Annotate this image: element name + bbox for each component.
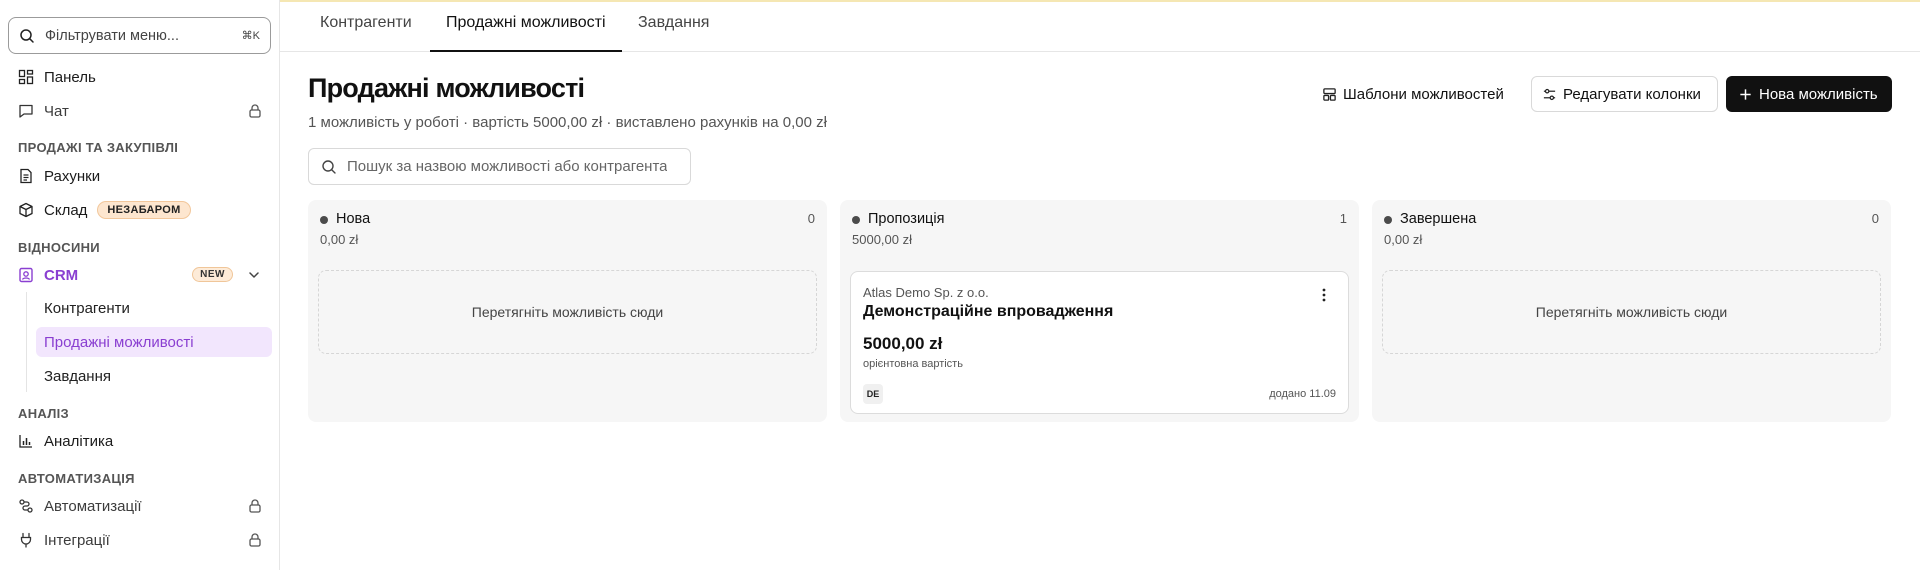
drop-zone[interactable]: Перетягніть можливість сюди <box>1382 270 1881 354</box>
templates-button-label: Шаблони можливостей <box>1343 85 1504 103</box>
column-amount: 0,00 zł <box>1384 232 1423 247</box>
avatar: DE <box>863 384 883 404</box>
more-options-icon[interactable] <box>1322 288 1326 302</box>
new-opportunity-button[interactable]: Нова можливість <box>1726 76 1892 112</box>
opportunity-search-input[interactable] <box>347 158 667 175</box>
sidebar-item-label: Чат <box>44 102 69 120</box>
lock-icon <box>249 104 261 118</box>
tab-tasks[interactable]: Завдання <box>638 14 709 52</box>
bar-chart-icon <box>18 433 34 449</box>
sidebar-item-label: Автоматизації <box>44 497 142 515</box>
stage-dot <box>320 216 328 224</box>
search-icon <box>20 28 34 43</box>
section-analysis: АНАЛІЗ <box>18 406 70 421</box>
dashboard-icon <box>18 69 34 85</box>
opportunity-card[interactable]: Atlas Demo Sp. z o.o. Демонстраційне впр… <box>850 271 1349 414</box>
edit-columns-button-label: Редагувати колонки <box>1563 85 1701 103</box>
column-count: 1 <box>1339 211 1347 226</box>
menu-filter-placeholder: Фільтрувати меню... <box>45 27 179 44</box>
sidebar-item-chat[interactable]: Чат <box>8 96 271 126</box>
crm-contacts-icon <box>18 267 34 283</box>
pipeline-column-proposal: Пропозиція 1 5000,00 zł Atlas Demo Sp. z… <box>840 200 1359 422</box>
sidebar-item-panel[interactable]: Панель <box>8 62 271 92</box>
section-automation: АВТОМАТИЗАЦІЯ <box>18 471 135 486</box>
sliders-icon <box>1543 88 1556 100</box>
card-added-date: додано 11.09 <box>1269 388 1336 400</box>
chat-icon <box>18 103 34 119</box>
tab-contractors[interactable]: Контрагенти <box>320 14 412 52</box>
column-amount: 0,00 zł <box>320 232 359 247</box>
card-value-label: орієнтовна вартість <box>863 358 963 370</box>
edit-columns-button[interactable]: Редагувати колонки <box>1531 76 1718 112</box>
section-sales: ПРОДАЖІ ТА ЗАКУПІВЛІ <box>18 140 179 155</box>
sidebar-item-integrations[interactable]: Інтеграції <box>8 525 271 555</box>
sidebar-item-invoices[interactable]: Рахунки <box>8 161 271 191</box>
column-count: 0 <box>807 211 815 226</box>
lock-icon <box>249 499 261 513</box>
workflow-icon <box>18 498 34 514</box>
opportunity-search[interactable] <box>308 148 691 185</box>
sidebar-subitem-contractors[interactable]: Контрагенти <box>36 293 272 323</box>
sidebar-item-analytics[interactable]: Аналітика <box>8 426 271 456</box>
sidebar-item-warehouse[interactable]: Склад НЕЗАБАРОМ <box>8 195 271 225</box>
box-icon <box>18 202 34 218</box>
page-summary: 1 можливість у роботі · вартість 5000,00… <box>308 114 827 131</box>
card-value: 5000,00 zł <box>863 334 943 353</box>
sidebar-item-label: CRM <box>44 266 79 284</box>
sidebar: Фільтрувати меню... ⌘K Панель Чат ПРОДАЖ… <box>0 0 280 570</box>
card-title: Демонстраційне впровадження <box>863 303 1114 320</box>
column-amount: 5000,00 zł <box>852 232 912 247</box>
document-icon <box>18 168 34 184</box>
sidebar-item-label: Рахунки <box>44 167 101 185</box>
sidebar-item-label: Склад <box>44 201 88 219</box>
template-icon <box>1323 87 1336 101</box>
column-title: Пропозиція <box>868 211 945 227</box>
submenu-guide <box>26 292 27 392</box>
tab-opportunities[interactable]: Продажні можливості <box>430 14 622 52</box>
sidebar-subitem-opportunities[interactable]: Продажні можливості <box>36 327 272 357</box>
shortcut-hint: ⌘K <box>241 30 260 42</box>
sidebar-item-label: Аналітика <box>44 432 114 450</box>
lock-icon <box>249 533 261 547</box>
plus-icon <box>1740 88 1751 100</box>
new-opportunity-button-label: Нова можливість <box>1759 85 1878 103</box>
pipeline-column-new: Нова 0 0,00 zł Перетягніть можливість сю… <box>308 200 827 422</box>
page-title: Продажні можливості <box>308 73 585 103</box>
top-tabs: Контрагенти Продажні можливості Завдання <box>280 0 1920 52</box>
menu-filter-input[interactable]: Фільтрувати меню... ⌘K <box>8 17 271 54</box>
sidebar-item-crm[interactable]: CRM NEW <box>8 260 271 290</box>
stage-dot <box>852 216 860 224</box>
search-icon <box>322 159 336 174</box>
sidebar-item-label: Панель <box>44 68 96 86</box>
plug-icon <box>18 532 34 548</box>
templates-button[interactable]: Шаблони можливостей <box>1312 76 1514 112</box>
column-title: Нова <box>336 211 371 227</box>
card-company: Atlas Demo Sp. z o.o. <box>863 285 989 300</box>
column-title: Завершена <box>1400 211 1477 227</box>
new-badge: NEW <box>192 267 233 282</box>
sidebar-subitem-tasks[interactable]: Завдання <box>36 361 272 391</box>
pipeline-column-completed: Завершена 0 0,00 zł Перетягніть можливіс… <box>1372 200 1891 422</box>
coming-soon-badge: НЕЗАБАРОМ <box>97 201 191 219</box>
sidebar-item-label: Інтеграції <box>44 531 110 549</box>
chevron-down-icon[interactable] <box>247 268 261 282</box>
app: Фільтрувати меню... ⌘K Панель Чат ПРОДАЖ… <box>0 0 1920 570</box>
column-count: 0 <box>1871 211 1879 226</box>
sidebar-item-automations[interactable]: Автоматизації <box>8 491 271 521</box>
stage-dot <box>1384 216 1392 224</box>
section-relations: ВІДНОСИНИ <box>18 240 100 255</box>
drop-zone[interactable]: Перетягніть можливість сюди <box>318 270 817 354</box>
